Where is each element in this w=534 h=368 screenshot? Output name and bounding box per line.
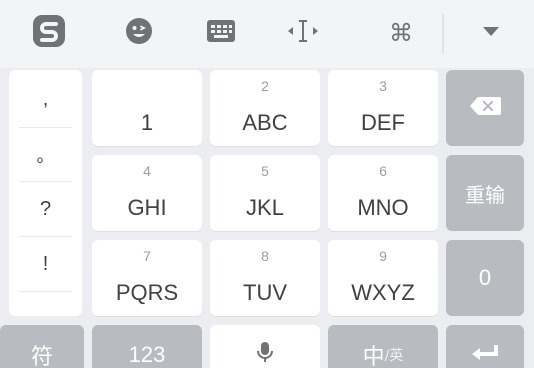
symbols-label: 符: [30, 345, 53, 368]
keyboard-switch-button[interactable]: [190, 8, 252, 58]
punct-period[interactable]: 。: [9, 128, 82, 182]
key-8[interactable]: 8 TUV: [210, 240, 320, 316]
key-7-label: PQRS: [115, 280, 179, 305]
key-9-label: WXYZ: [351, 280, 415, 305]
command-button[interactable]: ⌘: [370, 8, 432, 58]
language-main-label: 中: [362, 345, 385, 368]
key-5-number: 5: [261, 163, 269, 179]
key-5-label: JKL: [246, 195, 284, 220]
microphone-icon: [256, 341, 274, 368]
key-6-label: MNO: [357, 195, 409, 220]
keyboard: ⌘ , 。 ? ! 1 2 ABC 3 DEF 4 GHI 5 JKL 6 MN…: [0, 0, 534, 368]
emoji-button[interactable]: [108, 8, 170, 58]
numbers-button[interactable]: 123: [92, 325, 202, 368]
key-9-number: 9: [379, 248, 387, 264]
sogou-logo-icon: [32, 14, 66, 53]
reinput-button[interactable]: 重输: [446, 155, 524, 231]
cursor-move-icon: [284, 17, 322, 50]
punct-question[interactable]: ?: [9, 182, 82, 236]
key-7-number: 7: [143, 248, 151, 264]
language-switch-button[interactable]: 中 /英: [328, 325, 438, 368]
key-7[interactable]: 7 PQRS: [92, 240, 202, 316]
key-8-label: TUV: [243, 280, 287, 305]
command-icon: ⌘: [389, 19, 413, 47]
punct-comma[interactable]: ,: [9, 72, 82, 126]
key-2-number: 2: [261, 78, 269, 94]
symbols-button[interactable]: 符: [0, 325, 84, 368]
key-4[interactable]: 4 GHI: [92, 155, 202, 231]
language-sub-label: /英: [384, 348, 404, 364]
key-1[interactable]: 1: [92, 70, 202, 146]
numbers-label: 123: [128, 342, 166, 367]
keyboard-toolbar: ⌘: [0, 0, 534, 68]
sogou-logo-button[interactable]: [18, 8, 80, 58]
key-3[interactable]: 3 DEF: [328, 70, 438, 146]
key-4-label: GHI: [127, 195, 167, 220]
key-2-label: ABC: [242, 110, 288, 135]
enter-icon: [469, 342, 501, 368]
key-1-label: 1: [140, 110, 154, 135]
toolbar-divider: [442, 14, 444, 54]
key-3-label: DEF: [361, 110, 405, 135]
enter-button[interactable]: [446, 325, 524, 368]
delete-button[interactable]: [446, 70, 524, 146]
key-8-number: 8: [261, 248, 269, 264]
key-0[interactable]: 0: [446, 240, 524, 316]
collapse-keyboard-icon: [480, 24, 502, 43]
keyboard-icon: [205, 18, 237, 49]
key-3-number: 3: [379, 78, 387, 94]
key-6-number: 6: [379, 163, 387, 179]
punct-exclamation[interactable]: !: [9, 237, 82, 291]
collapse-keyboard-button[interactable]: [460, 8, 522, 58]
key-6[interactable]: 6 MNO: [328, 155, 438, 231]
key-2[interactable]: 2 ABC: [210, 70, 320, 146]
punctuation-list[interactable]: , 。 ? !: [9, 70, 82, 316]
backspace-icon: [468, 95, 502, 122]
emoji-icon: [124, 16, 154, 51]
key-5[interactable]: 5 JKL: [210, 155, 320, 231]
key-4-number: 4: [143, 163, 151, 179]
space-button[interactable]: [210, 325, 320, 368]
punct-divider: [19, 291, 72, 292]
cursor-move-button[interactable]: [272, 8, 334, 58]
key-9[interactable]: 9 WXYZ: [328, 240, 438, 316]
